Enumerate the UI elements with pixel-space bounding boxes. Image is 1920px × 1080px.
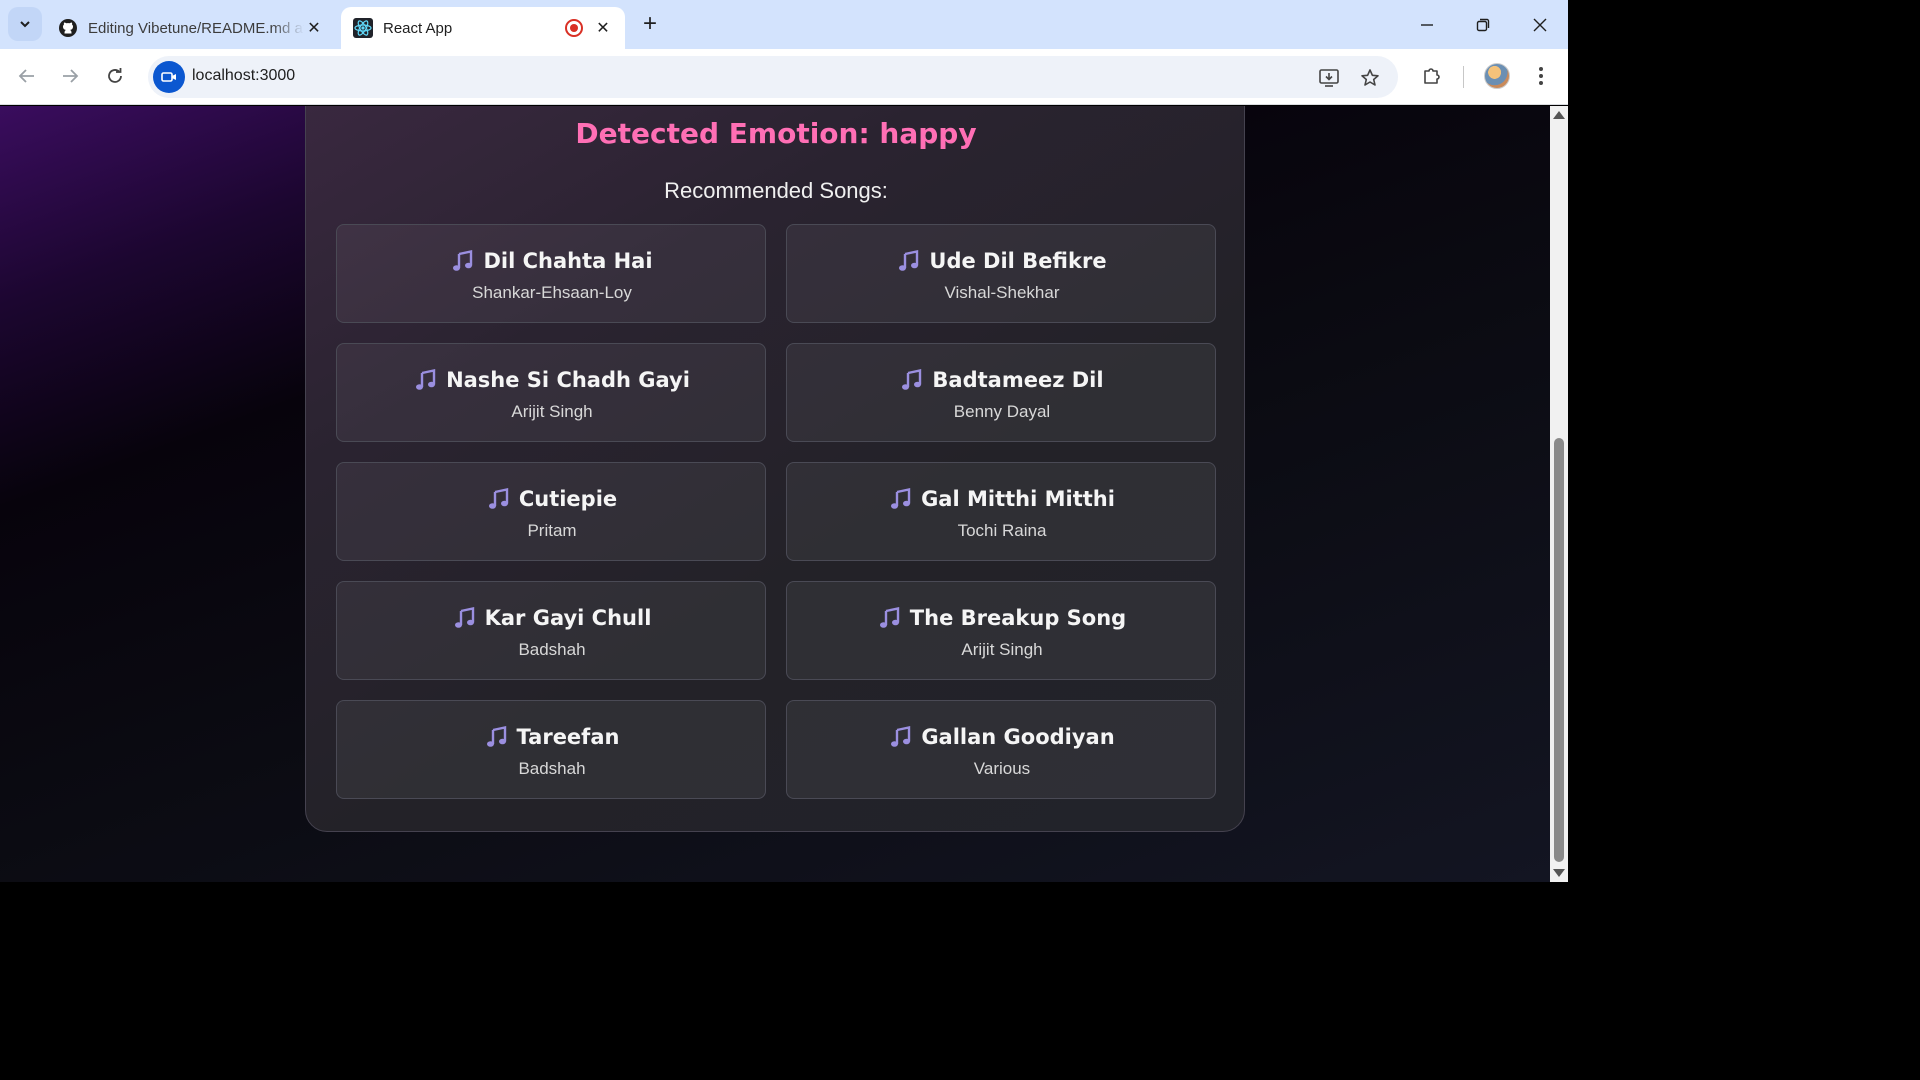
song-title: Ude Dil Befikre bbox=[929, 249, 1107, 273]
song-card[interactable]: Nashe Si Chadh Gayi Arijit Singh bbox=[336, 343, 766, 442]
restore-button[interactable] bbox=[1455, 0, 1511, 49]
song-title-row: Dil Chahta Hai bbox=[337, 249, 767, 273]
music-note-icon bbox=[451, 249, 475, 273]
song-artist: Arijit Singh bbox=[961, 640, 1043, 659]
song-artist: Arijit Singh bbox=[511, 402, 593, 421]
results-panel: Detected Emotion: happy Recommended Song… bbox=[305, 106, 1245, 832]
minimize-icon bbox=[1421, 23, 1433, 26]
song-artist: Various bbox=[973, 759, 1031, 778]
tab-bar: Editing Vibetune/README.md at main ✕ Rea… bbox=[0, 0, 1568, 49]
song-artist: Tochi Raina bbox=[957, 521, 1047, 540]
song-title-row: Tareefan bbox=[337, 725, 767, 749]
song-card[interactable]: Kar Gayi Chull Badshah bbox=[336, 581, 766, 680]
tab-search-button[interactable] bbox=[8, 7, 42, 41]
song-title-row: The Breakup Song bbox=[787, 606, 1217, 630]
song-card[interactable]: Badtameez Dil Benny Dayal bbox=[786, 343, 1216, 442]
song-title: Gallan Goodiyan bbox=[921, 725, 1115, 749]
song-title: Badtameez Dil bbox=[932, 368, 1104, 392]
url-text[interactable]: localhost:3000 bbox=[192, 67, 295, 85]
puzzle-icon[interactable] bbox=[1415, 59, 1449, 93]
song-card[interactable]: Gallan Goodiyan Various bbox=[786, 700, 1216, 799]
back-button[interactable] bbox=[10, 59, 44, 93]
plus-icon: + bbox=[642, 10, 657, 37]
recommended-songs-heading: Recommended Songs: bbox=[664, 178, 888, 203]
song-title-row: Gal Mitthi Mitthi bbox=[787, 487, 1217, 511]
video-camera-icon[interactable] bbox=[153, 61, 185, 93]
scroll-down-arrow[interactable] bbox=[1553, 869, 1565, 877]
star-icon[interactable] bbox=[1355, 63, 1385, 93]
song-card[interactable]: Gal Mitthi Mitthi Tochi Raina bbox=[786, 462, 1216, 561]
avatar bbox=[1484, 63, 1510, 89]
song-title: Dil Chahta Hai bbox=[483, 249, 653, 273]
song-artist: Benny Dayal bbox=[953, 402, 1051, 421]
song-title-row: Badtameez Dil bbox=[787, 368, 1217, 392]
song-card[interactable]: Cutiepie Pritam bbox=[336, 462, 766, 561]
song-card[interactable]: Tareefan Badshah bbox=[336, 700, 766, 799]
toolbar-divider bbox=[1463, 66, 1464, 88]
vertical-scrollbar[interactable] bbox=[1550, 106, 1568, 882]
scroll-up-arrow[interactable] bbox=[1553, 111, 1565, 119]
song-title-row: Cutiepie bbox=[337, 487, 767, 511]
address-bar[interactable]: localhost:3000 bbox=[148, 56, 1398, 98]
reload-icon bbox=[108, 68, 122, 83]
close-icon bbox=[1533, 18, 1547, 31]
song-card[interactable]: Ude Dil Befikre Vishal-Shekhar bbox=[786, 224, 1216, 323]
scroll-thumb[interactable] bbox=[1554, 438, 1564, 862]
arrow-left-icon bbox=[18, 69, 34, 83]
song-title: Tareefan bbox=[516, 725, 620, 749]
react-icon bbox=[353, 18, 373, 38]
close-icon[interactable]: ✕ bbox=[593, 18, 613, 38]
tab-title: Editing Vibetune/README.md at main bbox=[88, 19, 304, 37]
forward-button[interactable] bbox=[53, 59, 87, 93]
arrow-right-icon bbox=[63, 69, 79, 83]
browser-toolbar: localhost:3000 bbox=[0, 49, 1568, 105]
tab-title: React App bbox=[383, 19, 453, 37]
github-icon bbox=[58, 18, 78, 38]
minimize-button[interactable] bbox=[1399, 0, 1455, 49]
song-title: The Breakup Song bbox=[909, 606, 1127, 630]
tab-github-readme[interactable]: Editing Vibetune/README.md at main ✕ bbox=[46, 7, 336, 49]
song-title: Gal Mitthi Mitthi bbox=[921, 487, 1115, 511]
new-tab-button[interactable]: + bbox=[636, 10, 664, 38]
music-note-icon bbox=[900, 368, 924, 392]
page-viewport: Detected Emotion: happy Recommended Song… bbox=[0, 106, 1550, 882]
music-note-icon bbox=[897, 249, 921, 273]
song-title: Kar Gayi Chull bbox=[484, 606, 652, 630]
song-title-row: Ude Dil Befikre bbox=[787, 249, 1217, 273]
recording-icon bbox=[565, 19, 583, 37]
reload-button[interactable] bbox=[98, 59, 132, 93]
music-note-icon bbox=[878, 606, 902, 630]
song-artist: Badshah bbox=[518, 759, 586, 778]
song-card[interactable]: Dil Chahta Hai Shankar-Ehsaan-Loy bbox=[336, 224, 766, 323]
music-note-icon bbox=[414, 368, 438, 392]
music-note-icon bbox=[487, 487, 511, 511]
window-close-button[interactable] bbox=[1512, 0, 1568, 49]
music-note-icon bbox=[453, 606, 477, 630]
song-artist: Shankar-Ehsaan-Loy bbox=[472, 283, 632, 302]
song-title: Nashe Si Chadh Gayi bbox=[446, 368, 690, 392]
detected-emotion-heading: Detected Emotion: happy bbox=[575, 117, 977, 150]
profile-button[interactable] bbox=[1480, 59, 1514, 93]
song-artist: Badshah bbox=[518, 640, 586, 659]
song-card[interactable]: The Breakup Song Arijit Singh bbox=[786, 581, 1216, 680]
close-icon[interactable]: ✕ bbox=[304, 18, 324, 38]
song-title-row: Kar Gayi Chull bbox=[337, 606, 767, 630]
install-app-icon[interactable] bbox=[1314, 63, 1344, 93]
music-note-icon bbox=[485, 725, 509, 749]
song-artist: Pritam bbox=[527, 521, 577, 540]
music-note-icon bbox=[889, 487, 913, 511]
music-note-icon bbox=[889, 725, 913, 749]
song-title-row: Nashe Si Chadh Gayi bbox=[337, 368, 767, 392]
kebab-menu-icon[interactable] bbox=[1524, 59, 1558, 93]
song-title: Cutiepie bbox=[518, 487, 618, 511]
tab-react-app[interactable]: React App ✕ bbox=[341, 7, 625, 49]
restore-icon bbox=[1476, 18, 1490, 31]
song-artist: Vishal-Shekhar bbox=[944, 283, 1060, 302]
song-title-row: Gallan Goodiyan bbox=[787, 725, 1217, 749]
chevron-down-icon bbox=[20, 21, 30, 28]
